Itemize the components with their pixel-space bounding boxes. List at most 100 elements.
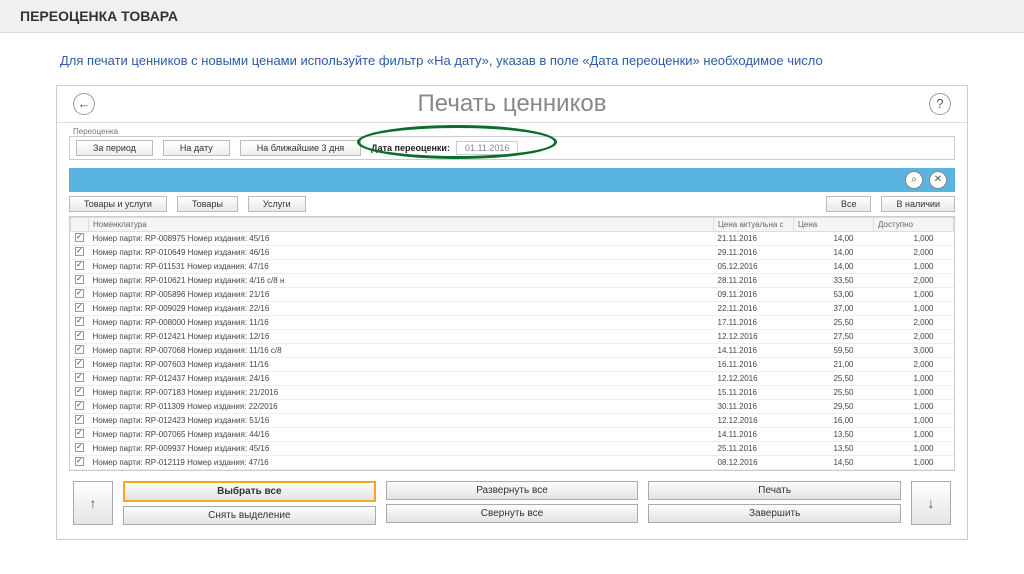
- row-checkbox[interactable]: [75, 387, 84, 396]
- date-input[interactable]: 01.11.2016: [456, 141, 518, 155]
- cell-available: 2,000: [874, 329, 954, 343]
- row-checkbox[interactable]: [75, 247, 84, 256]
- tab-date[interactable]: На дату: [163, 140, 230, 156]
- row-checkbox[interactable]: [75, 289, 84, 298]
- cell-name: Номер парти: RP-009937 Номер издания: 45…: [89, 441, 714, 455]
- cell-available: 1,000: [874, 427, 954, 441]
- cell-name: Номер парти: RP-011309 Номер издания: 22…: [89, 399, 714, 413]
- tab-services[interactable]: Услуги: [248, 196, 306, 212]
- cell-date: 30.11.2016: [714, 399, 794, 413]
- row-checkbox[interactable]: [75, 275, 84, 284]
- table-row[interactable]: Номер парти: RP-008000 Номер издания: 11…: [71, 315, 954, 329]
- table-row[interactable]: Номер парти: RP-011309 Номер издания: 22…: [71, 399, 954, 413]
- table-row[interactable]: Номер парти: RP-012421 Номер издания: 12…: [71, 329, 954, 343]
- cell-price: 14,00: [794, 231, 874, 245]
- row-checkbox[interactable]: [75, 415, 84, 424]
- table-row[interactable]: Номер парти: RP-012437 Номер издания: 24…: [71, 371, 954, 385]
- finish-button[interactable]: Завершить: [648, 504, 901, 523]
- row-checkbox[interactable]: [75, 303, 84, 312]
- filter-panel: Переоценка За период На дату На ближайши…: [57, 123, 967, 164]
- cell-date: 21.11.2016: [714, 231, 794, 245]
- row-checkbox[interactable]: [75, 331, 84, 340]
- cell-name: Номер парти: RP-012119 Номер издания: 47…: [89, 455, 714, 469]
- row-checkbox[interactable]: [75, 359, 84, 368]
- search-button[interactable]: ⌕: [905, 171, 923, 189]
- tab-in-stock[interactable]: В наличии: [881, 196, 955, 212]
- cell-name: Номер парти: RP-011531 Номер издания: 47…: [89, 259, 714, 273]
- table-header-row: Номенклатура Цена актуальна с Цена Досту…: [71, 217, 954, 231]
- scroll-down-button[interactable]: ↓: [911, 481, 951, 525]
- table-row[interactable]: Номер парти: RP-012119 Номер издания: 47…: [71, 455, 954, 469]
- cell-date: 22.11.2016: [714, 301, 794, 315]
- row-checkbox[interactable]: [75, 373, 84, 382]
- row-checkbox[interactable]: [75, 345, 84, 354]
- tab-goods-services[interactable]: Товары и услуги: [69, 196, 167, 212]
- table-row[interactable]: Номер парти: RP-007183 Номер издания: 21…: [71, 385, 954, 399]
- select-all-button[interactable]: Выбрать все: [123, 481, 376, 502]
- cell-price: 25,50: [794, 371, 874, 385]
- table-row[interactable]: Номер парти: RP-011531 Номер издания: 47…: [71, 259, 954, 273]
- col-available[interactable]: Доступно: [874, 217, 954, 231]
- cell-date: 12.12.2016: [714, 329, 794, 343]
- table-row[interactable]: Номер парти: RP-005896 Номер издания: 21…: [71, 287, 954, 301]
- row-checkbox[interactable]: [75, 401, 84, 410]
- row-checkbox[interactable]: [75, 443, 84, 452]
- scroll-up-button[interactable]: ↑: [73, 481, 113, 525]
- cell-date: 15.11.2016: [714, 385, 794, 399]
- cell-available: 1,000: [874, 259, 954, 273]
- tab-period[interactable]: За период: [76, 140, 153, 156]
- cell-date: 14.11.2016: [714, 427, 794, 441]
- cell-name: Номер парти: RP-005896 Номер издания: 21…: [89, 287, 714, 301]
- collapse-all-button[interactable]: Свернуть все: [386, 504, 639, 523]
- table-row[interactable]: Номер парти: RP-009937 Номер издания: 45…: [71, 441, 954, 455]
- table-row[interactable]: Номер парти: RP-009029 Номер издания: 22…: [71, 301, 954, 315]
- cell-available: 1,000: [874, 385, 954, 399]
- arrow-down-icon: ↓: [928, 495, 935, 511]
- cell-name: Номер парти: RP-007603 Номер издания: 11…: [89, 357, 714, 371]
- cell-date: 16.11.2016: [714, 357, 794, 371]
- col-price[interactable]: Цена: [794, 217, 874, 231]
- table-row[interactable]: Номер парти: RP-007068 Номер издания: 11…: [71, 343, 954, 357]
- print-button[interactable]: Печать: [648, 481, 901, 500]
- row-checkbox[interactable]: [75, 429, 84, 438]
- col-name[interactable]: Номенклатура: [89, 217, 714, 231]
- cell-price: 16,00: [794, 413, 874, 427]
- footer-toolbar: ↑ Выбрать все Снять выделение Развернуть…: [69, 475, 955, 531]
- cell-price: 14,00: [794, 245, 874, 259]
- cell-price: 13,50: [794, 427, 874, 441]
- row-checkbox[interactable]: [75, 261, 84, 270]
- cell-price: 37,00: [794, 301, 874, 315]
- back-button[interactable]: ←: [73, 93, 95, 115]
- data-table-wrap: Номенклатура Цена актуальна с Цена Досту…: [69, 216, 955, 471]
- tab-next3days[interactable]: На ближайшие 3 дня: [240, 140, 361, 156]
- row-checkbox[interactable]: [75, 457, 84, 466]
- cell-price: 14,00: [794, 259, 874, 273]
- table-row[interactable]: Номер парти: RP-012423 Номер издания: 51…: [71, 413, 954, 427]
- type-filter-tabs: Товары и услуги Товары Услуги Все В нали…: [57, 194, 967, 214]
- col-date[interactable]: Цена актуальна с: [714, 217, 794, 231]
- expand-all-button[interactable]: Развернуть все: [386, 481, 639, 500]
- cell-date: 12.12.2016: [714, 413, 794, 427]
- tab-all[interactable]: Все: [826, 196, 872, 212]
- table-row[interactable]: Номер парти: RP-008975 Номер издания: 45…: [71, 231, 954, 245]
- search-icon: ⌕: [911, 174, 917, 185]
- price-table: Номенклатура Цена актуальна с Цена Досту…: [70, 217, 954, 470]
- cell-date: 05.12.2016: [714, 259, 794, 273]
- clear-button[interactable]: ✕: [929, 171, 947, 189]
- table-row[interactable]: Номер парти: RP-007603 Номер издания: 11…: [71, 357, 954, 371]
- table-row[interactable]: Номер парти: RP-010649 Номер издания: 46…: [71, 245, 954, 259]
- tab-goods[interactable]: Товары: [177, 196, 238, 212]
- cell-price: 33,50: [794, 273, 874, 287]
- cell-available: 1,000: [874, 231, 954, 245]
- row-checkbox[interactable]: [75, 317, 84, 326]
- cell-date: 29.11.2016: [714, 245, 794, 259]
- page-header: ПЕРЕОЦЕНКА ТОВАРА: [0, 0, 1024, 33]
- deselect-button[interactable]: Снять выделение: [123, 506, 376, 525]
- help-button[interactable]: ?: [929, 93, 951, 115]
- table-row[interactable]: Номер парти: RP-010621 Номер издания: 4/…: [71, 273, 954, 287]
- cell-available: 1,000: [874, 455, 954, 469]
- row-checkbox[interactable]: [75, 233, 84, 242]
- close-icon: ✕: [934, 174, 942, 185]
- table-row[interactable]: Номер парти: RP-007065 Номер издания: 44…: [71, 427, 954, 441]
- cell-available: 3,000: [874, 343, 954, 357]
